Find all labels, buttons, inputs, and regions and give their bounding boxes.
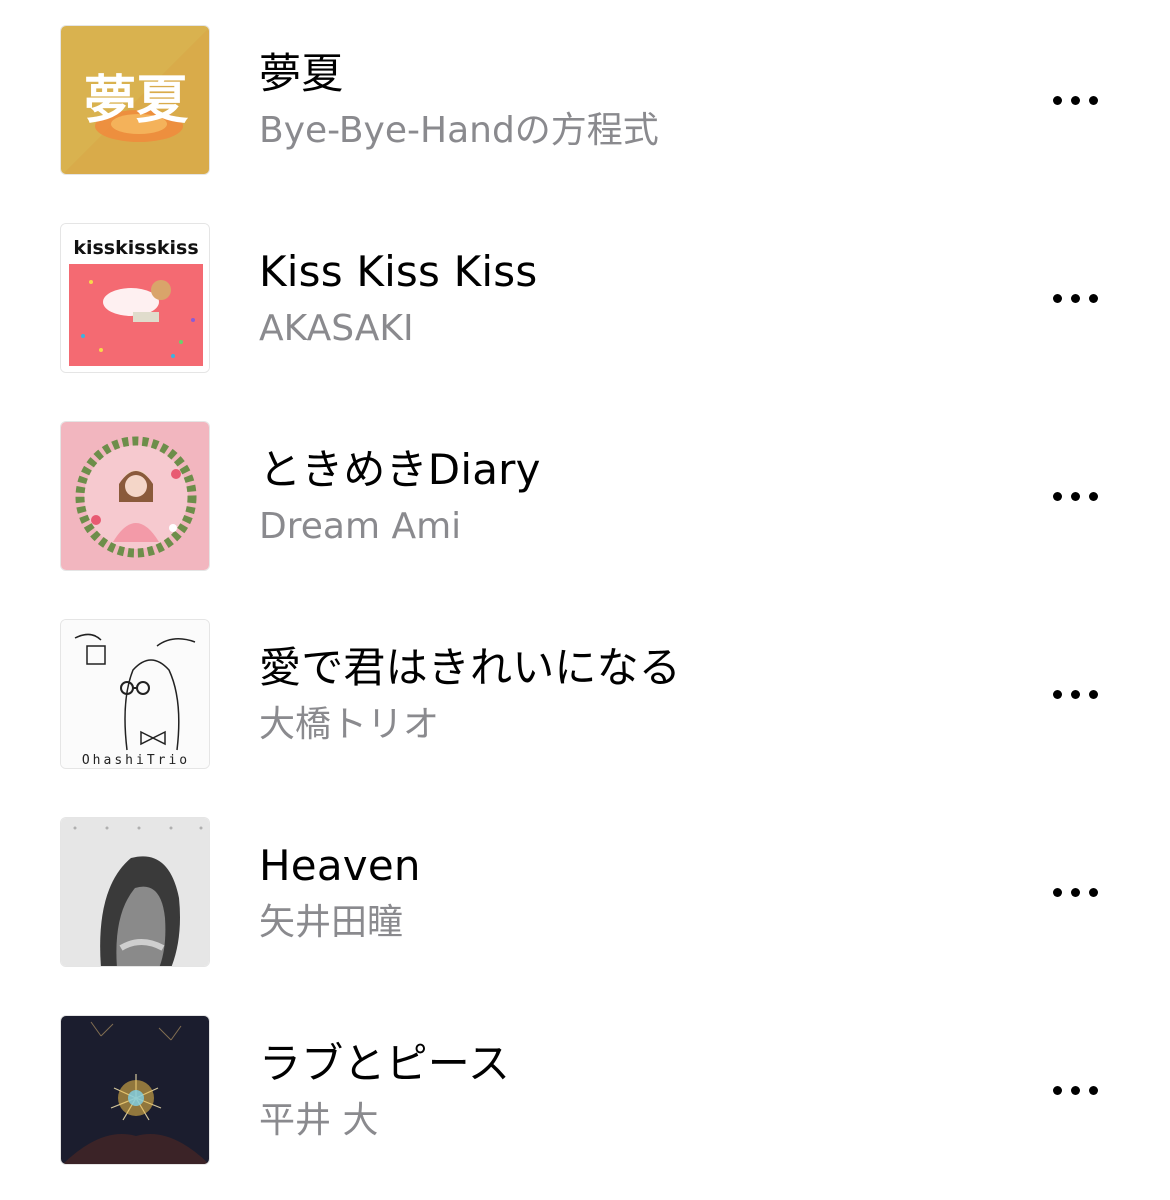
more-ellipsis-icon [1088, 1085, 1098, 1095]
more-options-button[interactable] [1040, 867, 1110, 917]
more-ellipsis-icon [1088, 293, 1098, 303]
song-artist: Bye-Bye-Handの方程式 [259, 110, 659, 151]
song-row-heaven[interactable]: Heaven 矢井田瞳 [0, 792, 1170, 990]
song-row-yumenatsu[interactable]: 夢夏 夢夏 Bye-Bye-Handの方程式 [0, 0, 1170, 198]
heaven-album-art-icon [61, 818, 209, 966]
more-ellipsis-icon [1070, 293, 1080, 303]
song-title: Kiss Kiss Kiss [259, 247, 538, 296]
more-ellipsis-icon [1052, 491, 1062, 501]
song-list: 夢夏 夢夏 Bye-Bye-Handの方程式 kisskisskiss Kiss… [0, 0, 1170, 1200]
more-ellipsis-icon [1070, 1085, 1080, 1095]
song-artist: Dream Ami [259, 506, 462, 547]
song-artist: 矢井田瞳 [259, 902, 404, 943]
more-ellipsis-icon [1088, 887, 1098, 897]
more-ellipsis-icon [1070, 95, 1080, 105]
song-row-ai-de-kimi[interactable]: OhashiTrio 愛で君はきれいになる 大橋トリオ [0, 594, 1170, 792]
album-artwork[interactable] [60, 1015, 210, 1165]
album-artwork[interactable]: 夢夏 [60, 25, 210, 175]
kisskisskiss-album-art-icon: kisskisskiss [61, 224, 209, 372]
song-title: ときめきDiary [259, 445, 541, 494]
artwork-text: OhashiTrio [82, 753, 190, 768]
album-artwork[interactable]: kisskisskiss [60, 223, 210, 373]
more-ellipsis-icon [1052, 689, 1062, 699]
more-ellipsis-icon [1052, 293, 1062, 303]
song-title: Heaven [259, 841, 421, 890]
song-row-tokimeki-diary[interactable]: ときめきDiary Dream Ami [0, 396, 1170, 594]
more-ellipsis-icon [1052, 95, 1062, 105]
song-artist: AKASAKI [259, 308, 414, 349]
song-title: 夢夏 [259, 49, 344, 98]
more-ellipsis-icon [1070, 887, 1080, 897]
song-row-kiss-kiss-kiss[interactable]: kisskisskiss Kiss Kiss Kiss AKASAKI [0, 198, 1170, 396]
song-title: ラブとピース [259, 1039, 511, 1088]
ohashi-trio-album-art-icon: OhashiTrio [61, 620, 209, 768]
more-ellipsis-icon [1088, 95, 1098, 105]
more-options-button[interactable] [1040, 1065, 1110, 1115]
more-ellipsis-icon [1070, 491, 1080, 501]
more-ellipsis-icon [1052, 1085, 1062, 1095]
song-artist: 平井 大 [259, 1100, 379, 1141]
more-options-button[interactable] [1040, 471, 1110, 521]
more-ellipsis-icon [1088, 491, 1098, 501]
tokimeki-diary-album-art-icon [61, 422, 209, 570]
album-artwork[interactable] [60, 817, 210, 967]
more-ellipsis-icon [1052, 887, 1062, 897]
more-ellipsis-icon [1088, 689, 1098, 699]
love-and-peace-album-art-icon [61, 1016, 209, 1164]
more-ellipsis-icon [1070, 689, 1080, 699]
song-row-love-and-peace[interactable]: ラブとピース 平井 大 [0, 990, 1170, 1188]
song-artist: 大橋トリオ [259, 704, 440, 745]
album-artwork[interactable]: OhashiTrio [60, 619, 210, 769]
more-options-button[interactable] [1040, 273, 1110, 323]
more-options-button[interactable] [1040, 75, 1110, 125]
artwork-text: 夢夏 [84, 70, 189, 131]
yumenatsu-album-art-icon: 夢夏 [61, 26, 209, 174]
album-artwork[interactable] [60, 421, 210, 571]
song-title: 愛で君はきれいになる [259, 643, 682, 692]
artwork-text: kisskisskiss [73, 237, 198, 259]
more-options-button[interactable] [1040, 669, 1110, 719]
